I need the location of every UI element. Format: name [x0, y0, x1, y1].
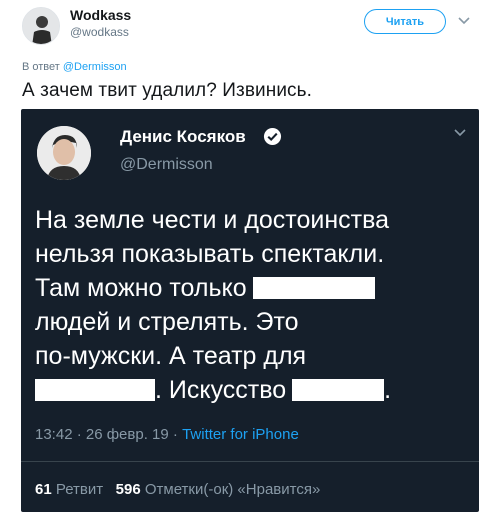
tweet-stats: 61 Ретвит 596 Отметки(-ок) «Нравится» — [35, 481, 320, 498]
reply-context: В ответ @Dermisson — [22, 61, 127, 73]
follow-button[interactable]: Читать — [364, 9, 446, 34]
body-text: . — [384, 376, 392, 404]
author-name[interactable]: Wodkass — [70, 7, 131, 23]
tweet-meta: 13:42 · 26 февр. 19 · Twitter for iPhone — [35, 426, 299, 443]
tweet-text: А зачем твит удалил? Извинись. — [22, 80, 313, 101]
redaction-block — [35, 379, 155, 401]
reply-mention-link[interactable]: @Dermisson — [63, 61, 127, 73]
avatar[interactable] — [22, 7, 60, 45]
body-line: по-мужски. А театр для — [35, 342, 307, 370]
timestamp: 13:42 · 26 февр. 19 · — [35, 426, 183, 443]
screenshot-author-name: Денис Косяков — [120, 127, 246, 146]
body-line: людей и стрелять. Это — [35, 308, 299, 336]
screenshot-avatar — [37, 126, 91, 180]
retweet-count: 61 — [35, 481, 52, 498]
screenshot-author-handle: @Dermisson — [120, 156, 213, 173]
redaction-block — [292, 379, 385, 401]
divider — [21, 461, 479, 462]
author-handle[interactable]: @wodkass — [70, 25, 129, 39]
body-line: нельзя показывать спектакли. — [35, 240, 385, 268]
verified-badge-icon — [263, 127, 282, 146]
body-line: На земле чести и достоинства — [35, 206, 390, 234]
screenshot-chevron-down-icon — [453, 125, 467, 139]
like-count: 596 — [115, 481, 141, 498]
attached-screenshot[interactable]: Денис Косяков @Dermisson На земле чести … — [21, 109, 479, 512]
redaction-block — [252, 277, 375, 299]
body-text: . Искусство — [155, 376, 287, 404]
body-line: Там можно только — [35, 271, 465, 305]
chevron-down-icon[interactable] — [456, 12, 472, 28]
like-label: Отметки(-ок) «Нравится» — [144, 481, 321, 498]
tweet-header: Wodkass @wodkass Читать — [0, 0, 499, 52]
source-link: Twitter for iPhone — [182, 426, 299, 443]
body-text: Там можно только — [35, 274, 247, 302]
screenshot-tweet-body: На земле чести и достоинства нельзя пока… — [35, 203, 465, 407]
reply-prefix: В ответ — [22, 61, 60, 73]
body-line: . Искусство. — [35, 373, 465, 407]
retweet-label: Ретвит — [55, 481, 104, 498]
